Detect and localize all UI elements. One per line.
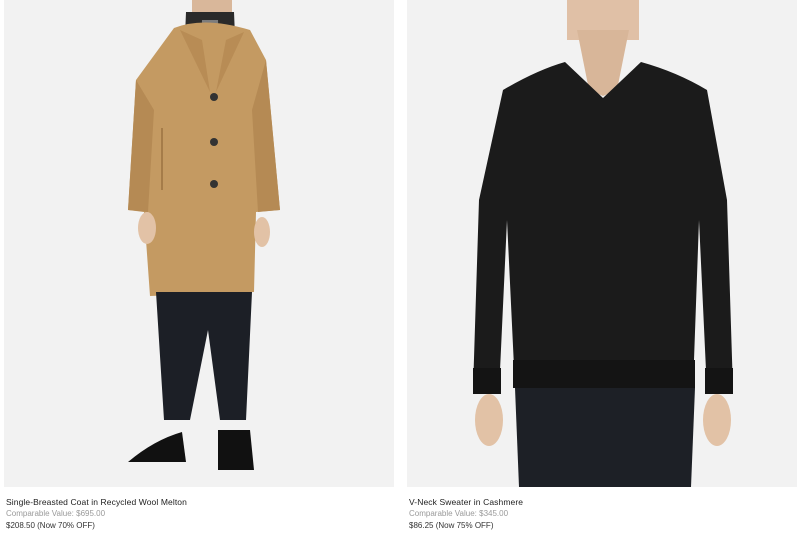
coat-model-illustration bbox=[128, 0, 280, 470]
product-image-sweater[interactable] bbox=[407, 0, 797, 487]
product-card-coat[interactable]: Single-Breasted Coat in Recycled Wool Me… bbox=[4, 0, 394, 532]
product-grid: Single-Breasted Coat in Recycled Wool Me… bbox=[0, 0, 800, 537]
sale-price: $208.50 (Now 70% OFF) bbox=[6, 521, 95, 530]
sale-price: $86.25 (Now 75% OFF) bbox=[409, 521, 494, 530]
product-image-coat[interactable] bbox=[4, 0, 394, 487]
sweater-model-illustration bbox=[473, 0, 733, 487]
product-name[interactable]: Single-Breasted Coat in Recycled Wool Me… bbox=[6, 496, 394, 508]
comparable-value: Comparable Value: $345.00 bbox=[409, 509, 509, 518]
comparable-value: Comparable Value: $695.00 bbox=[6, 509, 106, 518]
product-card-sweater[interactable]: V-Neck Sweater in Cashmere Comparable Va… bbox=[407, 0, 797, 532]
product-name[interactable]: V-Neck Sweater in Cashmere bbox=[409, 496, 797, 508]
